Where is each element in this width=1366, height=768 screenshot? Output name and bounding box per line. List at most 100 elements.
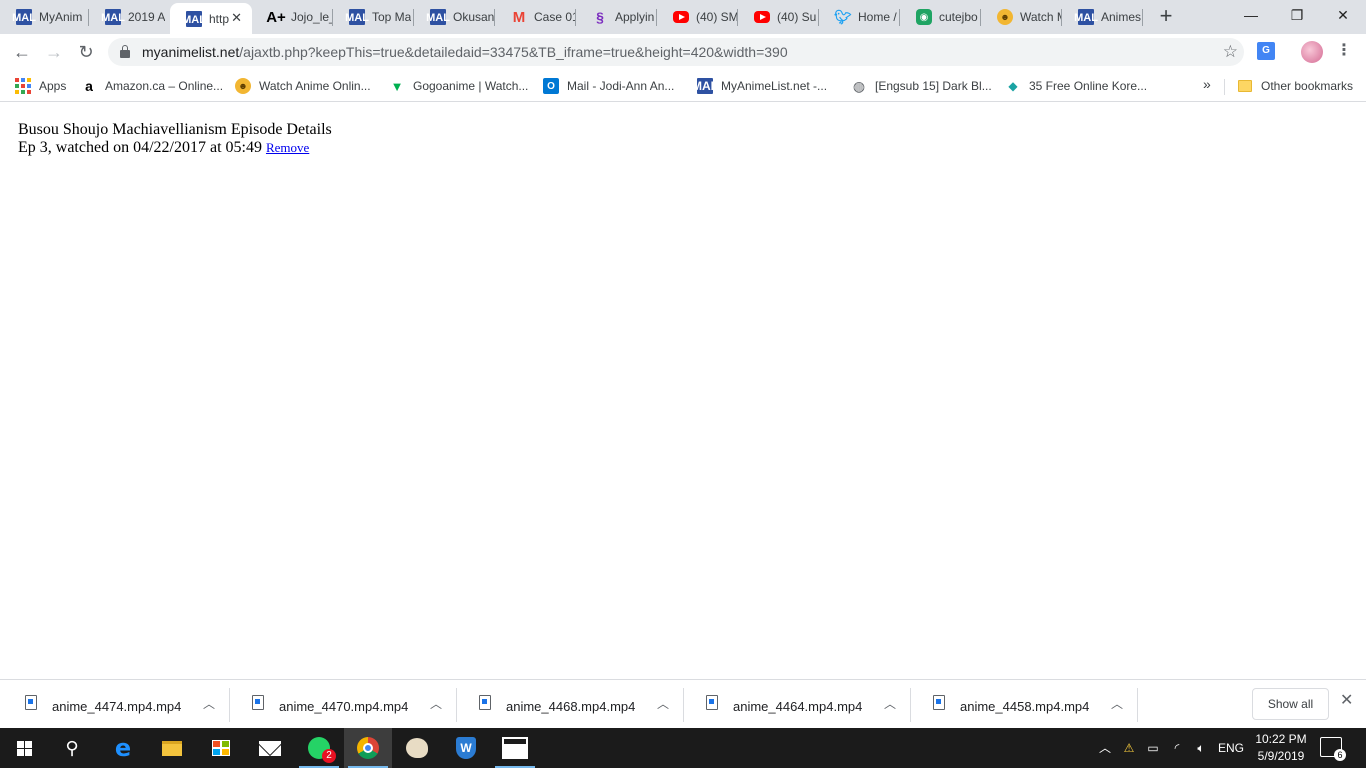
action-center-button[interactable]: 6 <box>1320 737 1346 761</box>
reload-button[interactable]: ↻ <box>72 38 100 66</box>
tab-watch-anime[interactable]: ☻ Watch M <box>981 0 1062 34</box>
bookmark-myanimelist[interactable]: MAL MyAnimeList.net -... <box>692 76 828 96</box>
url-path: /ajaxtb.php?keepThis=true&detailedaid=33… <box>239 44 788 60</box>
taskbar-w-app[interactable]: W <box>442 728 490 768</box>
taskbar-file-explorer[interactable] <box>148 728 196 768</box>
forward-button[interactable]: → <box>40 38 68 66</box>
globe-icon: ◍ <box>852 77 866 94</box>
tab-myanimelist[interactable]: MAL MyAnim <box>0 0 89 34</box>
tray-volume-icon[interactable]: 🔈︎ <box>1190 728 1212 768</box>
bookmark-engsub[interactable]: ◍ [Engsub 15] Dark Bl... <box>851 76 992 96</box>
taskbar-store[interactable] <box>197 728 245 768</box>
koreandrama-icon: ◆ <box>1008 79 1018 93</box>
download-item[interactable]: anime_4474.mp4.mp4 ︿ <box>3 680 230 728</box>
back-button[interactable]: ← <box>8 38 36 66</box>
tray-language[interactable]: ENG <box>1216 728 1246 768</box>
tab-active-ajaxtb[interactable]: MAL http ✕ <box>170 3 252 34</box>
bookmark-label: [Engsub 15] Dark Bl... <box>875 79 992 93</box>
tray-clock[interactable]: 10:22 PM 5/9/2019 <box>1252 731 1310 765</box>
taskbar-chrome[interactable] <box>344 728 392 768</box>
bookmark-korean-drama[interactable]: ◆ 35 Free Online Kore... <box>1005 76 1147 96</box>
chevron-up-icon[interactable]: ︿ <box>203 695 215 712</box>
download-filename: anime_4470.mp4.mp4 <box>279 699 409 714</box>
outlook-icon: O <box>543 78 559 94</box>
chevron-up-icon[interactable]: ︿ <box>1111 695 1123 712</box>
clock-time: 10:22 PM <box>1255 732 1307 746</box>
taskbar-edge[interactable]: e <box>99 728 147 768</box>
bookmark-amazon[interactable]: a Amazon.ca – Online... <box>81 76 223 96</box>
close-window-button[interactable]: ✕ <box>1320 0 1366 30</box>
close-shelf-icon[interactable]: ✕ <box>1340 690 1353 710</box>
download-item[interactable]: anime_4464.mp4.mp4 ︿ <box>684 680 911 728</box>
bookmark-outlook-mail[interactable]: O Mail - Jodi-Ann An... <box>543 76 674 96</box>
file-icon <box>25 695 37 710</box>
tab-top-manga[interactable]: MAL Top Ma <box>333 0 414 34</box>
bookmark-gogoanime[interactable]: ▼ Gogoanime | Watch... <box>389 76 529 96</box>
bookmarks-overflow-button[interactable]: » <box>1203 76 1211 92</box>
tray-wifi-icon[interactable]: ◜ <box>1168 728 1186 768</box>
other-bookmarks-folder[interactable]: Other bookmarks <box>1237 76 1353 96</box>
chevron-up-icon[interactable]: ︿ <box>657 695 669 712</box>
tab-cutejbo[interactable]: ◉ cutejbo <box>900 0 981 34</box>
bookmark-label: Amazon.ca – Online... <box>105 79 224 93</box>
minimize-button[interactable]: — <box>1228 0 1274 30</box>
lock-icon[interactable] <box>120 45 130 58</box>
remove-link[interactable]: Remove <box>266 140 309 155</box>
tray-battery-icon[interactable]: ▭ <box>1144 728 1162 768</box>
restore-button[interactable]: ❐ <box>1274 0 1320 30</box>
download-item[interactable]: anime_4458.mp4.mp4 ︿ <box>911 680 1138 728</box>
chevron-up-icon[interactable]: ︿ <box>430 695 442 712</box>
search-button[interactable]: ⚲ <box>48 728 96 768</box>
address-bar[interactable]: myanimelist.net/ajaxtb.php?keepThis=true… <box>108 38 1244 66</box>
tray-warning-icon[interactable]: ⚠ <box>1120 728 1138 768</box>
bookmarks-bar: Apps a Amazon.ca – Online... ☻ Watch Ani… <box>0 70 1366 102</box>
bookmark-label: Apps <box>39 79 67 93</box>
bookmark-label: Mail - Jodi-Ann An... <box>567 79 675 93</box>
youtube-icon <box>754 11 770 23</box>
search-icon: ⚲ <box>65 737 79 758</box>
taskbar-paint[interactable] <box>393 728 441 768</box>
tab-2019-anime[interactable]: MAL 2019 A <box>89 0 170 34</box>
taskbar-video-editor[interactable] <box>491 728 539 768</box>
file-icon <box>479 695 491 710</box>
download-item[interactable]: anime_4470.mp4.mp4 ︿ <box>230 680 457 728</box>
tab-jojo[interactable]: A+ Jojo_le_ <box>252 0 333 34</box>
show-all-button[interactable]: Show all <box>1252 688 1329 720</box>
tab-title: Case 01 <box>534 10 576 24</box>
bookmark-apps[interactable]: Apps <box>15 76 66 96</box>
url-text[interactable]: myanimelist.net/ajaxtb.php?keepThis=true… <box>142 38 788 66</box>
bookmark-label: MyAnimeList.net -... <box>721 79 828 93</box>
new-tab-button[interactable]: + <box>1154 5 1178 29</box>
purple-s-icon: § <box>596 9 604 25</box>
taskbar-mail[interactable] <box>246 728 294 768</box>
download-item[interactable]: anime_4468.mp4.mp4 ︿ <box>457 680 684 728</box>
chrome-menu-icon[interactable]: ⋮ <box>1334 38 1354 66</box>
tab-animes[interactable]: MAL Animes <box>1062 0 1143 34</box>
episode-watch-info: Ep 3, watched on 04/22/2017 at 05:49 <box>18 139 262 156</box>
close-tab-icon[interactable]: ✕ <box>231 10 242 26</box>
start-button[interactable] <box>0 728 48 768</box>
download-filename: anime_4474.mp4.mp4 <box>52 699 182 714</box>
taskbar-whatsapp[interactable]: 2 <box>295 728 343 768</box>
tab-youtube-1[interactable]: (40) SM <box>657 0 738 34</box>
bookmark-star-icon[interactable]: ☆ <box>1223 38 1238 66</box>
tab-youtube-2[interactable]: (40) Su <box>738 0 819 34</box>
tab-gmail-case[interactable]: M Case 01 <box>495 0 576 34</box>
tab-separator <box>1142 9 1143 26</box>
episode-entry: Ep 3, watched on 04/22/2017 at 05:49 Rem… <box>18 139 332 157</box>
tab-twitter-home[interactable]: 🐦︎ Home / <box>819 0 900 34</box>
tab-okusan[interactable]: MAL Okusan <box>414 0 495 34</box>
chevron-up-icon[interactable]: ︿ <box>884 695 896 712</box>
tray-chevron-up-icon[interactable]: ︿ <box>1096 728 1114 768</box>
profile-avatar[interactable] <box>1301 41 1323 63</box>
bookmark-watch-anime[interactable]: ☻ Watch Anime Onlin... <box>235 76 371 96</box>
apps-grid-icon <box>15 78 31 94</box>
green-chat-icon: ◉ <box>916 9 932 25</box>
mal-icon: MAL <box>1074 9 1098 25</box>
translate-extension-icon[interactable]: G <box>1257 42 1275 60</box>
mal-icon: MAL <box>101 9 125 25</box>
download-filename: anime_4468.mp4.mp4 <box>506 699 636 714</box>
tab-applying[interactable]: § Applyin <box>576 0 657 34</box>
file-icon <box>252 695 264 710</box>
tab-title: Applyin <box>615 10 655 24</box>
